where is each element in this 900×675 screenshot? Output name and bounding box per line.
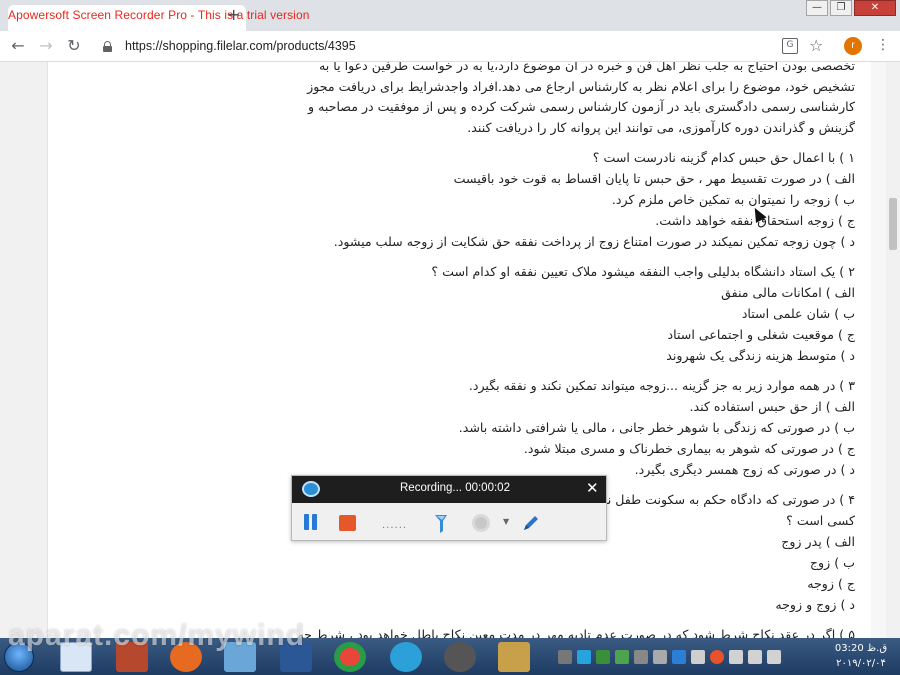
scrollbar-thumb[interactable] [889, 198, 897, 250]
window-controls: — ❐ ✕ [804, 0, 896, 18]
chevron-down-icon[interactable]: ▼ [503, 517, 509, 526]
tray-app-icon[interactable] [691, 650, 705, 664]
network-icon[interactable] [729, 650, 743, 664]
tray-app-icon[interactable] [615, 650, 629, 664]
intro-line: کارشناسی رسمی دادگستری باید در آزمون کار… [308, 99, 855, 114]
recorder-header[interactable]: Recording... 00:00:02 ✕ [292, 476, 606, 503]
page-left-margin [0, 62, 48, 638]
stop-icon[interactable] [339, 515, 356, 531]
clock-time: 03:20 ق.ظ [834, 643, 888, 654]
keyboard-language-icon[interactable] [767, 650, 781, 664]
pencil-icon[interactable] [520, 512, 542, 534]
option: ب ) زوج [809, 555, 855, 570]
question-3: ۳ ) در همه موارد زیر به جز گزینه ...زوجه… [468, 378, 855, 393]
close-window-button[interactable]: ✕ [854, 0, 896, 16]
lock-icon [103, 41, 112, 52]
option: الف ) از حق حبس استفاده کند. [689, 399, 856, 414]
option: الف ) پدر زوج [781, 534, 855, 549]
aparat-watermark: aparat.com/mywind [8, 619, 306, 652]
question-5-cutoff: ۵ ) اگر در عقد نکاح شرط شود که در صورت ع… [297, 627, 855, 638]
option: د ) زوج و زوجه [775, 597, 855, 612]
option: ب ) شان علمی استاد [741, 306, 855, 321]
tray-app-icon[interactable] [577, 650, 591, 664]
page-content: تخصصی بودن احتیاج به جلب نظر اهل فن و خب… [48, 62, 871, 638]
tray-alert-icon[interactable] [710, 650, 724, 664]
intro-line: گزینش و گذراندن دوره کارآموزی، می توانند… [467, 120, 855, 135]
browser-titlebar: Apowersoft Screen Recorder Pro - This is… [0, 0, 900, 31]
tray-app-icon[interactable] [558, 650, 572, 664]
option: ج ) موقعیت شغلی و اجتماعی استاد [667, 327, 855, 342]
intro-line: تشخیص خود، موضوع را برای اعلام نظر به کا… [307, 79, 855, 94]
translate-icon[interactable]: G [782, 38, 798, 54]
recorder-separator-dots: ...... [382, 520, 408, 531]
tray-app-icon[interactable] [653, 650, 667, 664]
option: د ) چون زوجه تمکین نمیکند در صورت امتناع… [333, 234, 855, 249]
recorder-trial-watermark: Apowersoft Screen Recorder Pro - This is… [8, 8, 310, 22]
screen-recorder-panel[interactable]: Recording... 00:00:02 ✕ ...... ▼ [291, 475, 607, 541]
question-2: ۲ ) یک استاد دانشگاه بدلیلی واجب النفقه … [431, 264, 855, 279]
telegram-icon[interactable] [390, 642, 422, 672]
back-arrow-icon[interactable]: ← [9, 37, 27, 55]
option: ج ) زوجه [807, 576, 855, 591]
url-text[interactable]: https://shopping.filelar.com/products/43… [125, 39, 356, 53]
option: د ) در صورتی که زوج همسر دیگری بگیرد. [634, 462, 855, 477]
recording-status: Recording... 00:00:02 [400, 482, 510, 494]
reload-icon[interactable]: ↻ [65, 37, 83, 55]
new-tab-button[interactable]: + [227, 7, 243, 23]
minimize-button[interactable]: — [806, 0, 828, 16]
question-1: ۱ ) با اعمال حق حبس کدام گزینه نادرست اس… [592, 150, 855, 165]
tray-app-icon[interactable] [672, 650, 686, 664]
question-4-continued: کسی است ؟ [786, 513, 855, 528]
option: الف ) در صورت تقسیط مهر ، حق حبس تا پایا… [453, 171, 855, 186]
highlighter-icon[interactable] [430, 512, 452, 534]
maximize-button[interactable]: ❐ [830, 0, 852, 16]
pause-icon[interactable] [302, 514, 318, 530]
intro-line: تخصصی بودن احتیاج به جلب نظر اهل فن و خب… [319, 62, 855, 73]
tray-app-icon[interactable] [634, 650, 648, 664]
recorder-logo-icon [302, 481, 320, 497]
forward-arrow-icon[interactable]: → [37, 37, 55, 55]
page-scrollbar[interactable] [886, 62, 900, 638]
browser-toolbar: ← → ↻ https://shopping.filelar.com/produ… [0, 31, 900, 62]
bookmark-star-icon[interactable]: ☆ [809, 36, 823, 55]
more-menu-icon[interactable]: ⋮ [876, 37, 890, 53]
address-bar[interactable]: https://shopping.filelar.com/products/43… [95, 35, 835, 59]
psiphon-icon[interactable] [444, 642, 476, 672]
tray-app-icon[interactable] [596, 650, 610, 664]
volume-icon[interactable] [748, 650, 762, 664]
media-player-icon[interactable] [498, 642, 530, 672]
system-tray [558, 650, 781, 664]
taskbar-clock[interactable]: 03:20 ق.ظ ۲۰۱۹/۰۲/۰۴ [826, 641, 896, 671]
option: ج ) در صورتی که شوهر به بیماری خطرناک و … [523, 441, 855, 456]
profile-avatar[interactable]: r [844, 37, 862, 55]
option: ب ) زوجه را نمیتوان به تمکین خاص ملزم کر… [611, 192, 855, 207]
option: الف ) امکانات مالی منفق [721, 285, 855, 300]
page-right-margin [871, 62, 886, 638]
option: د ) متوسط هزینه زندگی یک شهروند [666, 348, 855, 363]
option: ب ) در صورتی که زندگی با شوهر خطر جانی ،… [458, 420, 855, 435]
recorder-close-button[interactable]: ✕ [586, 479, 599, 497]
clock-date: ۲۰۱۹/۰۲/۰۴ [836, 658, 886, 669]
chrome-icon[interactable] [334, 642, 366, 672]
webcam-icon[interactable] [472, 514, 490, 532]
